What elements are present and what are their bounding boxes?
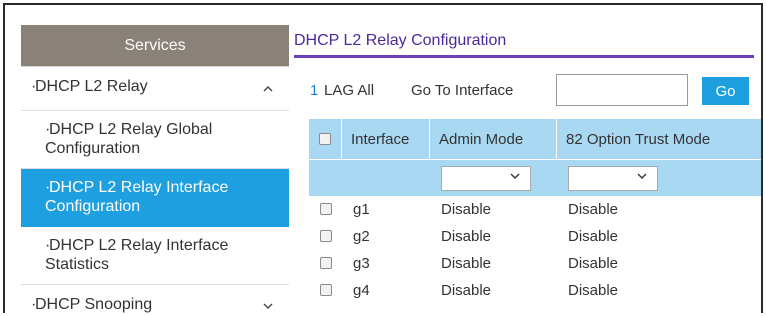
column-header-interface: Interface xyxy=(342,119,430,159)
row-checkbox-cell xyxy=(309,250,342,276)
cell-admin-mode: Disable xyxy=(441,200,492,218)
sidebar: Services ·DHCP L2 Relay ·DHCP L2 Relay G… xyxy=(21,25,289,313)
cell-interface: g4 xyxy=(353,281,370,299)
app-window: Services ·DHCP L2 Relay ·DHCP L2 Relay G… xyxy=(3,3,763,313)
trust-mode-filter-cell xyxy=(557,160,761,196)
page-title-tab: DHCP L2 Relay Configuration xyxy=(294,25,754,58)
table-row[interactable]: g3 Disable Disable xyxy=(309,250,761,277)
chevron-up-icon[interactable] xyxy=(261,81,275,95)
interface-table: Interface Admin Mode 82 Option Trust Mod… xyxy=(309,119,761,304)
row-checkbox[interactable] xyxy=(319,284,332,296)
cell-trust-mode: Disable xyxy=(568,254,619,272)
sidebar-item-label: DHCP Snooping xyxy=(35,296,153,313)
row-checkbox-cell xyxy=(309,223,342,249)
admin-mode-select[interactable] xyxy=(441,165,531,191)
cell-admin-mode: Disable xyxy=(441,227,492,245)
go-to-interface-label: Go To Interface xyxy=(411,82,514,99)
lag-all-filter[interactable]: LAG All xyxy=(324,82,374,99)
select-all-cell xyxy=(309,119,342,159)
row-checkbox[interactable] xyxy=(319,203,332,215)
table-row[interactable]: g4 Disable Disable xyxy=(309,277,761,304)
trust-mode-select[interactable] xyxy=(568,165,658,191)
row-checkbox[interactable] xyxy=(319,257,332,269)
cell-interface: g1 xyxy=(353,200,370,218)
go-to-interface-input[interactable] xyxy=(556,74,688,106)
cell-interface: g3 xyxy=(353,254,370,272)
cell-admin-mode: Disable xyxy=(441,254,492,272)
cell-trust-mode: Disable xyxy=(568,281,619,299)
chevron-down-icon xyxy=(510,171,520,183)
select-all-checkbox[interactable] xyxy=(319,133,331,145)
main-panel: DHCP L2 Relay Configuration 1 LAG All Go… xyxy=(294,25,761,313)
sidebar-item-label: DHCP L2 Relay Global Configuration xyxy=(45,121,213,157)
cell-admin-mode: Disable xyxy=(441,281,492,299)
sidebar-item-label: DHCP L2 Relay xyxy=(35,78,148,95)
row-checkbox-cell xyxy=(309,196,342,222)
table-header-row: Interface Admin Mode 82 Option Trust Mod… xyxy=(309,119,761,159)
sidebar-item-dhcp-snooping[interactable]: ·DHCP Snooping xyxy=(21,285,289,313)
sidebar-item-interface-statistics[interactable]: ·DHCP L2 Relay Interface Statistics xyxy=(21,227,289,285)
go-button[interactable]: Go xyxy=(702,77,749,105)
sidebar-item-label: DHCP L2 Relay Interface Configuration xyxy=(45,179,229,215)
row-checkbox[interactable] xyxy=(319,230,332,242)
sidebar-item-label: DHCP L2 Relay Interface Statistics xyxy=(45,237,229,273)
page-title: DHCP L2 Relay Configuration xyxy=(294,32,507,49)
sidebar-item-interface-configuration[interactable]: ·DHCP L2 Relay Interface Configuration xyxy=(21,169,289,227)
sidebar-header: Services xyxy=(21,25,289,67)
toolbar: 1 LAG All Go To Interface Go xyxy=(294,72,761,108)
cell-interface: g2 xyxy=(353,227,370,245)
table-filter-row xyxy=(309,159,761,196)
row-checkbox-cell xyxy=(309,277,342,303)
chevron-down-icon xyxy=(637,171,647,183)
table-row[interactable]: g1 Disable Disable xyxy=(309,196,761,223)
cell-trust-mode: Disable xyxy=(568,227,619,245)
chevron-down-icon[interactable] xyxy=(261,299,275,313)
sidebar-item-dhcp-l2-relay[interactable]: ·DHCP L2 Relay xyxy=(21,67,289,111)
admin-mode-filter-cell xyxy=(430,160,557,196)
column-header-trust-mode: 82 Option Trust Mode xyxy=(557,119,761,159)
column-header-admin-mode: Admin Mode xyxy=(430,119,557,159)
table-row[interactable]: g2 Disable Disable xyxy=(309,223,761,250)
cell-trust-mode: Disable xyxy=(568,200,619,218)
sidebar-item-global-configuration[interactable]: ·DHCP L2 Relay Global Configuration xyxy=(21,111,289,169)
lag-page-link[interactable]: 1 xyxy=(310,82,318,99)
